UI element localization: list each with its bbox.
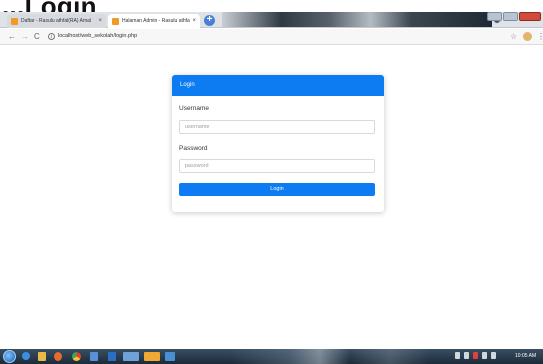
- browser-tab-admin[interactable]: Halaman Admin - Rasulu athfal(RA ×: [108, 14, 200, 28]
- browser-toolbar: ← → C i localhost/web_sekolah/login.php …: [0, 29, 543, 45]
- back-arrow-icon[interactable]: ←: [8, 31, 16, 43]
- desktop-background: [222, 12, 492, 27]
- folder-icon[interactable]: [38, 352, 46, 361]
- system-tray: [455, 352, 496, 359]
- bookmark-star-icon[interactable]: ☆: [510, 31, 517, 43]
- browser-tab-daftar[interactable]: Daftar - Rasulu athfal(RA) Amal ×: [7, 14, 106, 28]
- browser-tab-strip: Daftar - Rasulu athfal(RA) Amal × Halama…: [0, 12, 543, 28]
- forward-arrow-icon[interactable]: →: [21, 31, 29, 43]
- login-card-header: Login: [172, 75, 384, 96]
- username-label: Username: [179, 105, 209, 112]
- tab-favicon-icon: [112, 17, 119, 25]
- tray-alert-icon[interactable]: [473, 352, 478, 359]
- extension-icon[interactable]: [523, 32, 532, 41]
- tab-favicon-icon: [11, 17, 18, 25]
- media-player-icon[interactable]: [54, 352, 62, 361]
- tab-close-icon[interactable]: ×: [192, 18, 196, 24]
- minimize-button[interactable]: [487, 12, 502, 21]
- taskbar-app-icon[interactable]: [123, 352, 139, 361]
- new-tab-icon[interactable]: +: [204, 15, 215, 26]
- site-info-icon[interactable]: i: [48, 33, 55, 40]
- tab-close-icon[interactable]: ×: [98, 18, 102, 24]
- taskbar-app-icon[interactable]: [144, 352, 160, 361]
- taskbar-app-icon[interactable]: [90, 352, 98, 361]
- password-input[interactable]: password: [179, 159, 375, 173]
- chrome-icon[interactable]: [72, 352, 81, 361]
- taskbar: 10:05 AM: [0, 349, 543, 364]
- start-button[interactable]: [3, 350, 16, 363]
- login-card: Login Username username Password passwor…: [172, 75, 384, 212]
- tab-title: Halaman Admin - Rasulu athfal(RA: [122, 18, 191, 24]
- tab-title: Daftar - Rasulu athfal(RA) Amal: [21, 18, 92, 24]
- address-bar[interactable]: localhost/web_sekolah/login.php: [58, 32, 137, 41]
- tray-icon[interactable]: [455, 352, 460, 359]
- login-button[interactable]: Login: [179, 183, 375, 196]
- taskbar-app-icon[interactable]: [108, 352, 116, 361]
- close-window-button[interactable]: [519, 12, 541, 21]
- internet-explorer-icon[interactable]: [22, 352, 30, 360]
- network-icon[interactable]: [491, 352, 496, 359]
- browser-menu-icon[interactable]: ⋮: [537, 31, 543, 43]
- password-label: Password: [179, 145, 208, 152]
- taskbar-background: [230, 349, 430, 364]
- taskbar-clock[interactable]: 10:05 AM: [515, 352, 536, 361]
- maximize-button[interactable]: [503, 12, 518, 21]
- tray-icon[interactable]: [464, 352, 469, 359]
- window-controls: [487, 12, 541, 21]
- taskbar-app-icon[interactable]: [165, 352, 175, 361]
- volume-icon[interactable]: [482, 352, 487, 359]
- username-input[interactable]: username: [179, 120, 375, 134]
- reload-icon[interactable]: C: [34, 31, 40, 43]
